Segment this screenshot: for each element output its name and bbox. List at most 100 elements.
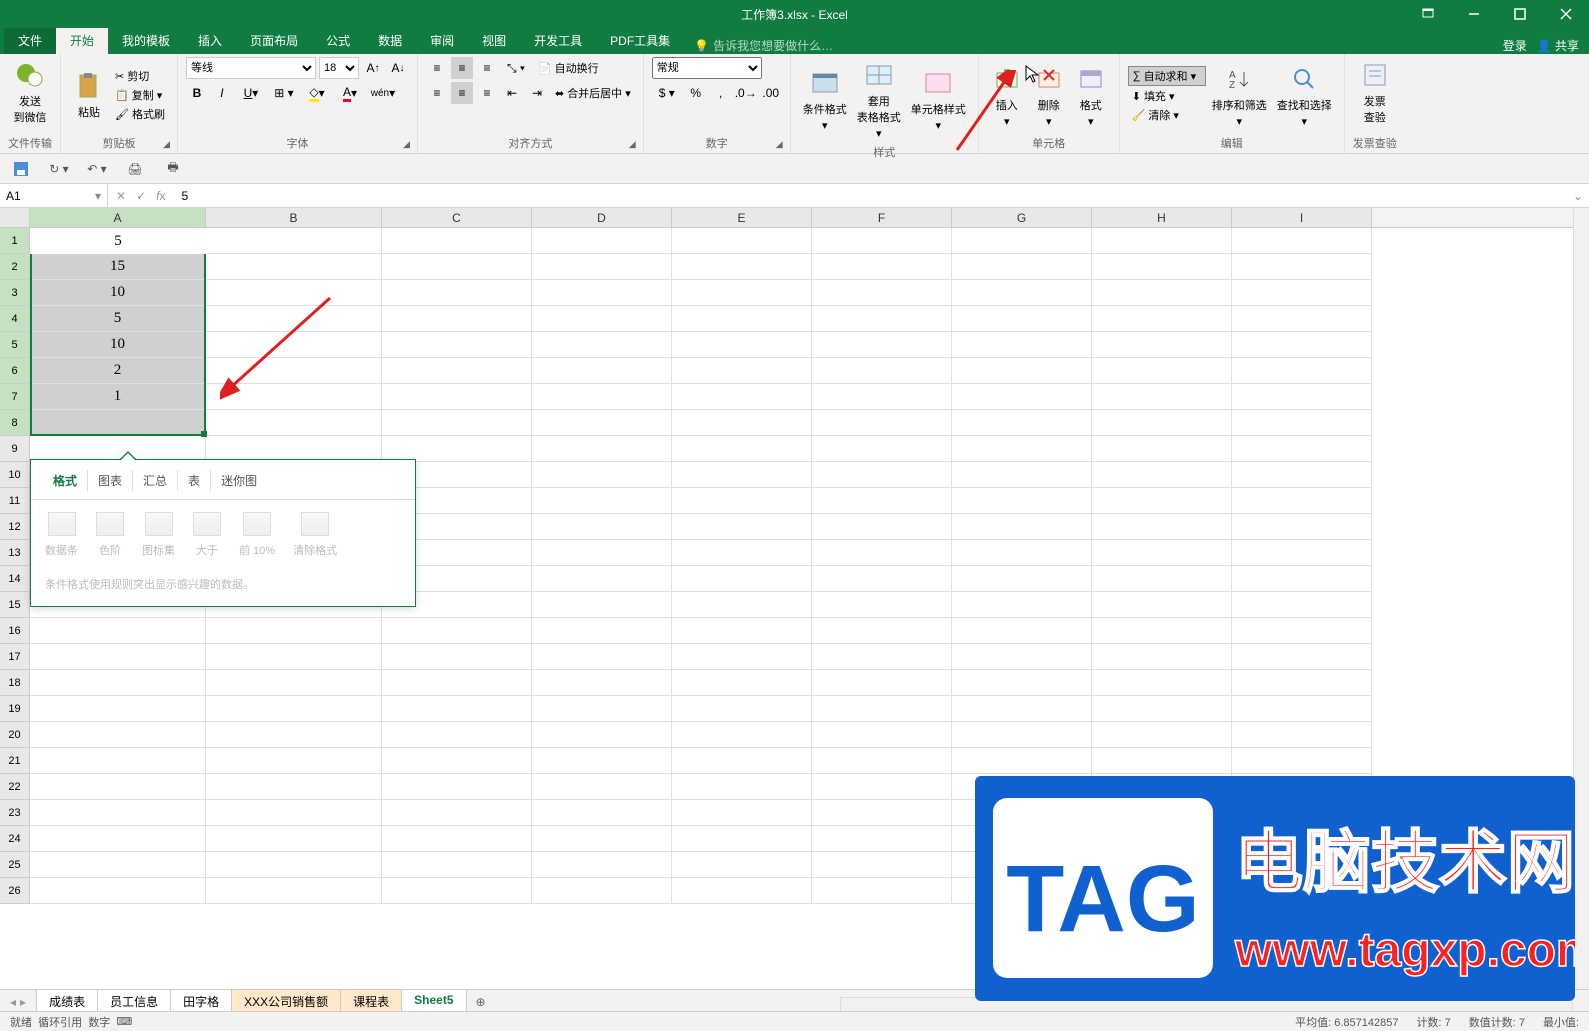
redo-button[interactable]: ↻ ▾ bbox=[48, 158, 70, 180]
cell-F18[interactable] bbox=[812, 670, 952, 696]
cell-G8[interactable] bbox=[952, 410, 1092, 436]
cell-H4[interactable] bbox=[1092, 306, 1232, 332]
cell-F24[interactable] bbox=[812, 826, 952, 852]
cell-D23[interactable] bbox=[532, 800, 672, 826]
cell-I3[interactable] bbox=[1232, 280, 1372, 306]
cell-G11[interactable] bbox=[952, 488, 1092, 514]
cell-E1[interactable] bbox=[672, 228, 812, 254]
cell-E14[interactable] bbox=[672, 566, 812, 592]
cell-I15[interactable] bbox=[1232, 592, 1372, 618]
cell-C20[interactable] bbox=[382, 722, 532, 748]
qa-tab-3[interactable]: 表 bbox=[178, 470, 211, 491]
sheet-tab-课程表[interactable]: 课程表 bbox=[340, 990, 402, 1014]
cell-I17[interactable] bbox=[1232, 644, 1372, 670]
cell-A20[interactable] bbox=[30, 722, 206, 748]
cell-F26[interactable] bbox=[812, 878, 952, 904]
cell-A7[interactable]: 1 bbox=[30, 384, 206, 410]
cell-E12[interactable] bbox=[672, 514, 812, 540]
cell-A24[interactable] bbox=[30, 826, 206, 852]
cell-G25[interactable] bbox=[952, 852, 1092, 878]
cell-H14[interactable] bbox=[1092, 566, 1232, 592]
cell-A3[interactable]: 10 bbox=[30, 280, 206, 306]
increase-indent-button[interactable]: ⇥ bbox=[526, 82, 548, 104]
sort-filter-button[interactable]: AZ排序和筛选▾ bbox=[1208, 61, 1271, 130]
cell-G19[interactable] bbox=[952, 696, 1092, 722]
cell-I18[interactable] bbox=[1232, 670, 1372, 696]
paste-button[interactable]: 粘贴 bbox=[69, 68, 109, 122]
cell-D18[interactable] bbox=[532, 670, 672, 696]
cell-A1[interactable]: 5 bbox=[30, 228, 206, 254]
cell-B17[interactable] bbox=[206, 644, 382, 670]
fx-icon[interactable]: fx bbox=[156, 189, 165, 203]
align-center-button[interactable]: ≡ bbox=[451, 82, 473, 104]
cell-B19[interactable] bbox=[206, 696, 382, 722]
cell-E10[interactable] bbox=[672, 462, 812, 488]
tab-templates[interactable]: 我的模板 bbox=[108, 27, 184, 54]
cell-A16[interactable] bbox=[30, 618, 206, 644]
col-header-A[interactable]: A bbox=[30, 208, 206, 227]
cell-D20[interactable] bbox=[532, 722, 672, 748]
col-header-D[interactable]: D bbox=[532, 208, 672, 227]
cell-H15[interactable] bbox=[1092, 592, 1232, 618]
cell-E9[interactable] bbox=[672, 436, 812, 462]
cell-H2[interactable] bbox=[1092, 254, 1232, 280]
cell-B2[interactable] bbox=[206, 254, 382, 280]
col-header-C[interactable]: C bbox=[382, 208, 532, 227]
cell-E24[interactable] bbox=[672, 826, 812, 852]
accounting-format-button[interactable]: $ ▾ bbox=[652, 82, 682, 104]
close-icon[interactable] bbox=[1543, 0, 1589, 28]
tab-review[interactable]: 审阅 bbox=[416, 27, 468, 54]
print-preview-button[interactable]: 🖨 bbox=[124, 158, 146, 180]
cell-I2[interactable] bbox=[1232, 254, 1372, 280]
col-header-B[interactable]: B bbox=[206, 208, 382, 227]
cell-E23[interactable] bbox=[672, 800, 812, 826]
cell-B1[interactable] bbox=[206, 228, 382, 254]
cell-B6[interactable] bbox=[206, 358, 382, 384]
cell-styles-button[interactable]: 单元格样式▾ bbox=[907, 65, 970, 134]
undo-button[interactable]: ↶ ▾ bbox=[86, 158, 108, 180]
cell-E15[interactable] bbox=[672, 592, 812, 618]
cell-D16[interactable] bbox=[532, 618, 672, 644]
cell-G3[interactable] bbox=[952, 280, 1092, 306]
sheet-tab-田字格[interactable]: 田字格 bbox=[170, 990, 232, 1014]
increase-font-button[interactable]: A↑ bbox=[362, 57, 384, 79]
cell-F14[interactable] bbox=[812, 566, 952, 592]
cell-F21[interactable] bbox=[812, 748, 952, 774]
cell-E4[interactable] bbox=[672, 306, 812, 332]
cell-G6[interactable] bbox=[952, 358, 1092, 384]
cell-B24[interactable] bbox=[206, 826, 382, 852]
cell-I8[interactable] bbox=[1232, 410, 1372, 436]
cell-D14[interactable] bbox=[532, 566, 672, 592]
decrease-indent-button[interactable]: ⇤ bbox=[501, 82, 523, 104]
row-header-18[interactable]: 18 bbox=[0, 670, 30, 696]
cell-F19[interactable] bbox=[812, 696, 952, 722]
align-bottom-button[interactable]: ≡ bbox=[476, 57, 498, 79]
cell-I26[interactable] bbox=[1232, 878, 1372, 904]
cell-D21[interactable] bbox=[532, 748, 672, 774]
cell-H21[interactable] bbox=[1092, 748, 1232, 774]
cell-I19[interactable] bbox=[1232, 696, 1372, 722]
qa-tab-0[interactable]: 格式 bbox=[43, 470, 88, 491]
clear-button[interactable]: 🧹清除 ▾ bbox=[1128, 106, 1206, 124]
cell-D26[interactable] bbox=[532, 878, 672, 904]
cell-A19[interactable] bbox=[30, 696, 206, 722]
cell-A17[interactable] bbox=[30, 644, 206, 670]
cell-E13[interactable] bbox=[672, 540, 812, 566]
cell-D2[interactable] bbox=[532, 254, 672, 280]
row-header-14[interactable]: 14 bbox=[0, 566, 30, 592]
col-header-G[interactable]: G bbox=[952, 208, 1092, 227]
tab-formulas[interactable]: 公式 bbox=[312, 27, 364, 54]
tab-layout[interactable]: 页面布局 bbox=[236, 27, 312, 54]
conditional-format-button[interactable]: 条件格式▾ bbox=[799, 65, 851, 134]
cell-I24[interactable] bbox=[1232, 826, 1372, 852]
decrease-font-button[interactable]: A↓ bbox=[387, 57, 409, 79]
cell-I16[interactable] bbox=[1232, 618, 1372, 644]
row-header-16[interactable]: 16 bbox=[0, 618, 30, 644]
bold-button[interactable]: B bbox=[186, 82, 208, 104]
cell-D9[interactable] bbox=[532, 436, 672, 462]
qa-option-0[interactable]: 数据条 bbox=[45, 512, 78, 558]
cell-D12[interactable] bbox=[532, 514, 672, 540]
cell-D13[interactable] bbox=[532, 540, 672, 566]
cell-H25[interactable] bbox=[1092, 852, 1232, 878]
fill-button[interactable]: ⬇填充 ▾ bbox=[1128, 87, 1206, 105]
